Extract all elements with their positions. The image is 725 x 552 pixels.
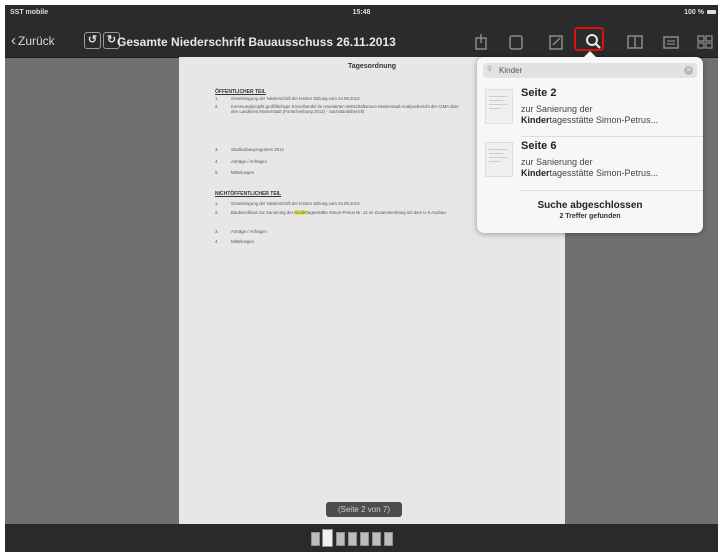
- ipad-screen: SST mobile 15:48 100 % ‹ Zurück ↺ ↻ Gesa…: [5, 5, 718, 552]
- page-thumbnail[interactable]: [360, 532, 369, 546]
- agenda-item: 5. Mitteilungen: [215, 170, 255, 175]
- edit-icon: [549, 35, 563, 50]
- undo-icon: ↺: [87, 34, 98, 46]
- navigation-bar: ‹ Zurück ↺ ↻ Gesamte Niederschrift Bauau…: [5, 27, 718, 58]
- agenda-item: 4. Anträge / Anfragen: [215, 159, 267, 164]
- section-nonpublic-heading: NICHTÖFFENTLICHER TEIL: [215, 191, 282, 197]
- search-popover: ⚲ × Seite 2 zur Sanierung derKindertages…: [477, 51, 703, 233]
- page-indicator: (Seite 2 von 7): [326, 502, 402, 517]
- share-icon: [475, 34, 487, 50]
- result-snippet: zur Sanierung der Kindertagesstätte Simon…: [521, 157, 659, 178]
- book-icon: [627, 35, 643, 49]
- battery-icon: [707, 10, 716, 14]
- outline-icon: [663, 36, 679, 49]
- annotate-button[interactable]: [545, 32, 567, 52]
- search-result[interactable]: Seite 2 zur Sanierung der Kindertagesstät…: [477, 87, 703, 134]
- agenda-item: 2. Kommunalprojekt großflächiger Einzelha…: [215, 104, 459, 115]
- search-status-count: 2 Treffer gefunden: [559, 213, 621, 220]
- search-input[interactable]: [499, 64, 679, 76]
- share-button[interactable]: [470, 32, 492, 52]
- search-icon: ⚲: [487, 66, 493, 73]
- result-page: Seite 2: [521, 87, 557, 99]
- section-public-heading: ÖFFENTLICHER TEIL: [215, 89, 266, 95]
- undo-button[interactable]: ↺: [84, 32, 101, 49]
- redo-icon: ↻: [106, 34, 117, 46]
- agenda-item: 1. Genehmigung der Niederschrift der letz…: [215, 96, 360, 101]
- chevron-left-icon: ‹: [11, 32, 16, 49]
- battery-label: 100 %: [684, 9, 704, 16]
- grid-icon: [697, 35, 713, 49]
- search-result[interactable]: Seite 6 zur Sanierung der Kindertagesstät…: [477, 140, 703, 187]
- result-divider: [521, 190, 703, 191]
- agenda-item: 3. Straßenbauprogramm 2014: [215, 147, 284, 152]
- popover-arrow: [584, 51, 596, 57]
- search-field[interactable]: ⚲ ×: [483, 63, 697, 78]
- back-button[interactable]: ‹ Zurück: [11, 32, 55, 49]
- bookmark-icon: [509, 35, 523, 50]
- page-thumbnail[interactable]: [311, 532, 320, 546]
- agenda-item: 4. Mitteilungen: [215, 239, 255, 244]
- book-view-button[interactable]: [624, 32, 646, 52]
- document-title: Gesamte Niederschrift Bauausschuss 26.11…: [117, 35, 396, 49]
- result-thumbnail: [485, 89, 513, 124]
- clear-search-icon[interactable]: ×: [684, 66, 693, 75]
- page-thumbnail-active[interactable]: [322, 529, 333, 547]
- agenda-item-match: 2. Baubeschluss zur Sanierung der Kindert…: [215, 210, 446, 215]
- result-page: Seite 6: [521, 140, 557, 152]
- back-button-label: Zurück: [18, 34, 55, 48]
- agenda-item: 1. Genehmigung der Niederschrift der letz…: [215, 201, 360, 206]
- page-thumbnail[interactable]: [384, 532, 393, 546]
- result-snippet: zur Sanierung der Kindertagesstätte Simon…: [521, 104, 659, 125]
- search-match-highlight: Kinder: [294, 210, 307, 215]
- agenda-item: 3. Anträge / Anfragen: [215, 229, 267, 234]
- page-thumbnail[interactable]: [348, 532, 357, 546]
- clock-label: 15:48: [352, 9, 371, 16]
- page-thumbnail[interactable]: [372, 532, 381, 546]
- thumbnail-bar: [5, 524, 718, 552]
- outline-button[interactable]: [660, 32, 682, 52]
- result-thumbnail: [485, 142, 513, 177]
- page-thumbnail[interactable]: [336, 532, 345, 546]
- result-divider: [521, 136, 703, 137]
- status-bar: SST mobile 15:48 100 %: [5, 5, 718, 27]
- bookmark-button[interactable]: [505, 32, 527, 52]
- grid-view-button[interactable]: [694, 32, 716, 52]
- search-button-highlight: [574, 27, 604, 51]
- search-status-title: Suche abgeschlossen: [537, 200, 643, 211]
